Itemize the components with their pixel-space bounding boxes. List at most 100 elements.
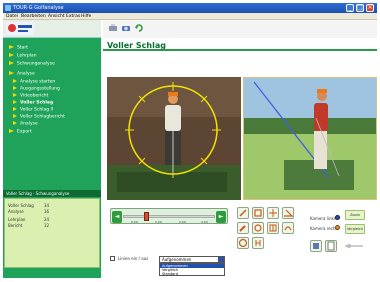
rect-tool-button[interactable] (252, 207, 264, 219)
sidebar-item-lehrplan[interactable]: Lehrplan (9, 53, 37, 59)
tick-label: 0:00 (131, 220, 138, 224)
sidebar-item-voller-schlag[interactable]: Voller Schlag (13, 100, 53, 106)
sidebar-item-start[interactable]: Start (9, 45, 28, 51)
sidebar: Start Lehrplan Schwunganalyse Analyse An… (3, 20, 101, 278)
zoom-button[interactable]: Zoom (345, 210, 365, 220)
chevron-down-icon[interactable] (218, 257, 224, 262)
info-row: Lehrplan 24 (8, 217, 50, 222)
rectangle-icon (254, 209, 262, 217)
timeline-track[interactable] (123, 215, 215, 218)
tick-label: 3:00 (201, 220, 208, 224)
arrow-right-icon (9, 53, 14, 57)
radio-label-left: Kamera links (310, 216, 336, 221)
rewind-button[interactable]: ◄ (112, 211, 122, 223)
video-front-view[interactable] (107, 77, 241, 200)
arc-icon (284, 226, 292, 231)
lines-checkbox-label: Linien ein / aus (118, 256, 149, 261)
minimize-button[interactable]: _ (346, 4, 354, 12)
sidebar-item-voller-schlagbericht[interactable]: Voller Schlagbericht (13, 114, 65, 120)
sidebar-item-voller-schlag-2[interactable]: Voller Schlag II (13, 107, 53, 113)
video-side-view[interactable] (243, 77, 377, 200)
forward-button[interactable]: ► (216, 211, 226, 223)
save-icon (313, 243, 319, 249)
menu-bearbeiten[interactable]: Bearbeiten (21, 14, 46, 19)
page-title: Voller Schlag (103, 41, 377, 51)
camera-icon[interactable] (121, 23, 131, 33)
view-select-options: Aufgenommen Vergleich Standard (159, 263, 225, 276)
menu-extras[interactable]: Extras (66, 14, 80, 19)
bracket-icon (255, 240, 261, 246)
sidebar-toolbar (3, 20, 101, 38)
circle-icon (238, 238, 248, 248)
golfer-front-image (107, 77, 241, 200)
line-tool-button[interactable] (237, 207, 249, 219)
pen-icon (239, 209, 247, 217)
sidebar-item-schwunganalyse[interactable]: Schwunganalyse (9, 61, 55, 67)
settings-slider-icon[interactable] (345, 242, 363, 250)
crosshair-icon (269, 209, 277, 217)
sidebar-item-analyse[interactable]: Analyse (9, 71, 35, 77)
save-tool-button[interactable] (310, 240, 322, 252)
angle-tool-button[interactable] (282, 207, 294, 219)
app-icon (5, 5, 11, 11)
brush-icon (239, 225, 246, 232)
arrow-right-icon (13, 114, 17, 118)
sidebar-info-panel: Voller Schlag 34 Analyse 16 Lehrplan 24 … (4, 198, 100, 268)
rotate-tool-button[interactable] (252, 222, 264, 234)
main-toolbar (103, 20, 377, 38)
arrow-right-icon (9, 61, 14, 65)
info-row: Bericht 12 (8, 223, 50, 228)
sidebar-panel-header: Voller Schlag · Schwunganalyse (3, 190, 101, 197)
lines-checkbox[interactable] (110, 256, 115, 261)
print-icon[interactable] (108, 23, 118, 33)
tick-label: 1:00 (155, 220, 162, 224)
timeline-thumb[interactable] (144, 212, 149, 221)
grid-icon (269, 224, 277, 232)
arc-tool-button[interactable] (282, 222, 294, 234)
grid-tool-button[interactable] (267, 222, 279, 234)
dropdown-option[interactable]: Standard (160, 272, 224, 276)
cross-tool-button[interactable] (267, 207, 279, 219)
arrow-right-icon (13, 100, 17, 104)
circle-tool-button[interactable] (237, 237, 249, 249)
menu-bar: Datei Bearbeiten Ansicht Extras Hilfe (3, 13, 377, 20)
sidebar-item-analyse-starten[interactable]: Analyse starten (13, 79, 55, 85)
document-icon (327, 241, 335, 251)
tick-label: 2:00 (179, 220, 186, 224)
logo-icon[interactable] (6, 22, 34, 35)
arrow-right-icon (13, 107, 17, 111)
video-timeline-slider[interactable]: ◄ 0:00 1:00 2:00 3:00 ► (110, 208, 228, 224)
arrow-right-icon (9, 45, 14, 49)
arrow-right-icon (9, 129, 14, 133)
title-bar: TOUR·G Golfanalyse _ □ × (3, 3, 377, 13)
arrow-right-icon (13, 121, 17, 125)
arrow-right-icon (13, 79, 17, 83)
golfer-side-image (244, 78, 376, 199)
export-tool-button[interactable] (325, 240, 337, 252)
camera-right-radio[interactable] (335, 225, 340, 230)
sidebar-item-ausgangsstellung[interactable]: Ausgangsstellung (13, 86, 60, 92)
menu-hilfe[interactable]: Hilfe (81, 14, 91, 19)
sidebar-item-export[interactable]: Export (9, 129, 32, 135)
brush-tool-button[interactable] (237, 222, 249, 234)
menu-ansicht[interactable]: Ansicht (48, 14, 65, 19)
refresh-icon[interactable] (134, 23, 144, 33)
bracket-tool-button[interactable] (252, 237, 264, 249)
sidebar-item-analyse-sub[interactable]: Analyse (13, 121, 38, 127)
info-row: Voller Schlag 34 (8, 203, 50, 208)
window-title: TOUR·G Golfanalyse (13, 5, 64, 11)
rotate-icon (254, 224, 262, 232)
angle-icon (284, 209, 293, 217)
maximize-button[interactable]: □ (356, 4, 364, 12)
arrow-down-icon (9, 71, 14, 75)
arrow-right-icon (13, 93, 17, 97)
arrow-right-icon (13, 86, 17, 90)
view-select[interactable]: Aufgenommen (159, 256, 225, 263)
close-button[interactable]: × (366, 4, 374, 12)
info-row: Analyse 16 (8, 209, 50, 214)
analysis-controls: ◄ 0:00 1:00 2:00 3:00 ► Linien ein / aus… (107, 204, 377, 276)
camera-left-radio[interactable] (335, 215, 340, 220)
menu-datei[interactable]: Datei (6, 14, 18, 19)
compare-button[interactable]: Vergleich (345, 224, 365, 234)
sidebar-item-videobericht[interactable]: Videobericht (13, 93, 48, 99)
